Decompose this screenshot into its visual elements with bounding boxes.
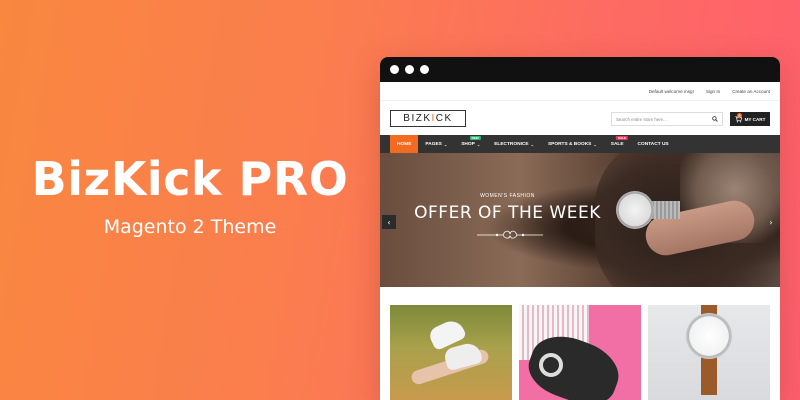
nav-item-home[interactable]: HOME <box>390 135 419 153</box>
nav-label: ELECTRONICE <box>494 141 529 147</box>
window-dot <box>390 65 399 74</box>
ornament-divider-icon <box>477 230 543 239</box>
nav-item-shop[interactable]: NEW SHOP ⌄ <box>454 135 487 153</box>
nav-item-electronice[interactable]: ELECTRONICE ⌄ <box>487 135 541 153</box>
chevron-right-icon: › <box>769 217 773 227</box>
hero-banner-slider: WOMEN'S FASHION OFFER OF THE WEEK ‹ › <box>380 153 780 287</box>
hero-title: BizKick PRO <box>31 152 349 206</box>
search-icon[interactable] <box>712 116 718 122</box>
nav-label: SHOP <box>461 141 475 147</box>
cart-count-badge: 0 <box>737 113 742 118</box>
store-topbar: Default welcome msg! Sign In Create an A… <box>380 82 780 100</box>
hero-subtitle: Magento 2 Theme <box>103 216 277 238</box>
banner-title: OFFER OF THE WEEK <box>414 203 601 223</box>
banner-image-watch-strap <box>650 201 680 219</box>
nav-item-sale[interactable]: SALE SALE <box>604 135 631 153</box>
welcome-message: Default welcome msg! <box>648 88 694 94</box>
create-account-link[interactable]: Create an Account <box>732 89 770 94</box>
nav-item-pages[interactable]: PAGES ⌄ <box>418 135 454 153</box>
tile-image-watch <box>686 313 732 359</box>
sale-badge: SALE <box>615 136 628 140</box>
category-tile-shoes[interactable] <box>390 305 512 400</box>
category-tile-watches[interactable] <box>648 305 770 400</box>
nav-label: PAGES <box>425 141 442 147</box>
store-logo[interactable]: BIZK I CK <box>390 110 466 127</box>
window-dot <box>405 65 414 74</box>
search-input[interactable]: Search entire store here... <box>611 112 723 126</box>
tile-image-watch-strap <box>701 355 717 395</box>
chevron-down-icon: ⌄ <box>443 141 448 147</box>
search-placeholder: Search entire store here... <box>616 116 667 122</box>
main-nav: HOME PAGES ⌄ NEW SHOP ⌄ ELECTRONICE ⌄ SP… <box>380 135 780 153</box>
category-tile-headphones[interactable] <box>519 305 641 400</box>
chevron-down-icon: ⌄ <box>593 141 597 147</box>
tile-image-sneaker <box>442 340 484 372</box>
nav-label: SALE <box>610 141 624 147</box>
chevron-down-icon: ⌄ <box>476 141 481 147</box>
cart-button[interactable]: 0 MY CART <box>730 112 770 126</box>
nav-item-contact[interactable]: CONTACT US <box>631 135 676 153</box>
nav-label: CONTACT US <box>637 141 669 147</box>
browser-mockup: Default welcome msg! Sign In Create an A… <box>380 57 780 400</box>
signin-link[interactable]: Sign In <box>706 89 720 94</box>
slider-prev-button[interactable]: ‹ <box>382 215 396 229</box>
chevron-down-icon: ⌄ <box>530 141 534 147</box>
store-header: BIZK I CK Search entire store here... 0 MY… <box>380 100 780 135</box>
nav-label: HOME <box>397 141 412 147</box>
cart-label: MY CART <box>744 116 766 122</box>
window-dot <box>420 65 429 74</box>
logo-text-right: CK <box>435 113 453 124</box>
nav-label: SPORTS & BOOKS <box>547 141 592 147</box>
logo-text-left: BIZK <box>403 113 432 124</box>
new-badge: NEW <box>469 136 481 140</box>
chevron-left-icon: ‹ <box>387 217 391 227</box>
nav-item-sports-books[interactable]: SPORTS & BOOKS ⌄ <box>541 135 604 153</box>
tile-image-headphones <box>539 353 563 377</box>
banner-kicker: WOMEN'S FASHION <box>480 193 535 199</box>
category-tiles <box>380 287 780 400</box>
slider-next-button[interactable]: › <box>764 215 778 229</box>
browser-chrome <box>380 57 780 82</box>
